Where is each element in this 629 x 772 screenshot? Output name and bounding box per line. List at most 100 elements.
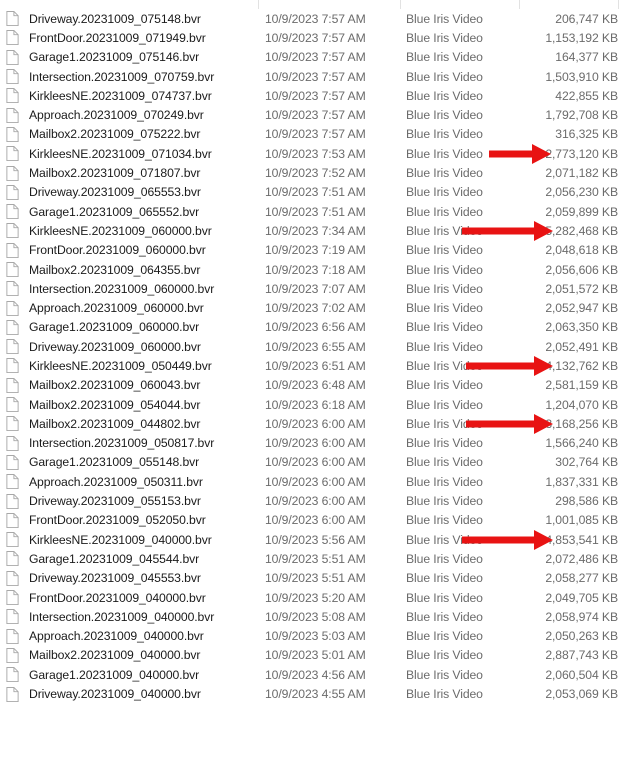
table-row[interactable]: Mailbox2.20231009_054044.bvr 10/9/2023 6:… (0, 395, 629, 414)
cell-file-name[interactable]: Garage1.20231009_075146.bvr (0, 49, 258, 65)
file-icon (6, 647, 19, 663)
table-row[interactable]: KirkleesNE.20231009_071034.bvr 10/9/2023 … (0, 143, 629, 164)
table-row[interactable]: KirkleesNE.20231009_074737.bvr 10/9/2023 … (0, 86, 629, 105)
file-name-label: KirkleesNE.20231009_071034.bvr (29, 146, 212, 161)
table-row[interactable]: Approach.20231009_060000.bvr 10/9/2023 7:… (0, 298, 629, 317)
cell-file-name[interactable]: KirkleesNE.20231009_060000.bvr (0, 223, 258, 239)
table-row[interactable]: Mailbox2.20231009_064355.bvr 10/9/2023 7:… (0, 260, 629, 279)
table-row[interactable]: Mailbox2.20231009_060043.bvr 10/9/2023 6:… (0, 376, 629, 395)
cell-file-size: 3,168,256 KB (545, 416, 618, 431)
cell-file-name[interactable]: KirkleesNE.20231009_074737.bvr (0, 88, 258, 104)
cell-file-name[interactable]: Driveway.20231009_040000.bvr (0, 686, 258, 702)
column-separator-1[interactable] (400, 0, 401, 9)
cell-file-name[interactable]: Driveway.20231009_045553.bvr (0, 570, 258, 586)
table-row[interactable]: Mailbox2.20231009_071807.bvr 10/9/2023 7:… (0, 163, 629, 182)
cell-file-name[interactable]: Garage1.20231009_065552.bvr (0, 204, 258, 220)
file-rows-container[interactable]: Driveway.20231009_075148.bvr 10/9/2023 7:… (0, 9, 629, 704)
table-row[interactable]: Intersection.20231009_050817.bvr 10/9/202… (0, 434, 629, 453)
table-row[interactable]: Garage1.20231009_060000.bvr 10/9/2023 6:5… (0, 318, 629, 337)
cell-file-name[interactable]: KirkleesNE.20231009_040000.bvr (0, 532, 258, 548)
cell-file-name[interactable]: Mailbox2.20231009_040000.bvr (0, 647, 258, 663)
cell-file-size: 2,056,230 KB (545, 185, 618, 200)
cell-file-type: Blue Iris Video (406, 629, 483, 644)
table-row[interactable]: Mailbox2.20231009_044802.bvr 10/9/2023 6:… (0, 413, 629, 434)
cell-file-name[interactable]: Intersection.20231009_040000.bvr (0, 609, 258, 625)
cell-file-name[interactable]: Mailbox2.20231009_075222.bvr (0, 126, 258, 142)
file-icon (6, 377, 19, 393)
table-row[interactable]: Approach.20231009_050311.bvr 10/9/2023 6:… (0, 472, 629, 491)
column-separator-3[interactable] (618, 0, 619, 9)
cell-file-type: Blue Iris Video (406, 281, 483, 296)
cell-file-name[interactable]: Intersection.20231009_070759.bvr (0, 69, 258, 85)
cell-file-name[interactable]: Garage1.20231009_045544.bvr (0, 551, 258, 567)
cell-file-name[interactable]: FrontDoor.20231009_040000.bvr (0, 590, 258, 606)
cell-file-type: Blue Iris Video (406, 513, 483, 528)
cell-file-name[interactable]: Approach.20231009_050311.bvr (0, 474, 258, 490)
cell-file-name[interactable]: Driveway.20231009_075148.bvr (0, 11, 258, 27)
cell-file-name[interactable]: Approach.20231009_040000.bvr (0, 628, 258, 644)
cell-file-name[interactable]: FrontDoor.20231009_071949.bvr (0, 30, 258, 46)
file-icon (6, 126, 19, 142)
column-separator-0[interactable] (258, 0, 259, 9)
table-row[interactable]: Driveway.20231009_060000.bvr 10/9/2023 6:… (0, 337, 629, 356)
cell-file-name[interactable]: Approach.20231009_070249.bvr (0, 107, 258, 123)
table-row[interactable]: Garage1.20231009_045544.bvr 10/9/2023 5:5… (0, 549, 629, 568)
file-explorer-details-list[interactable]: Driveway.20231009_075148.bvr 10/9/2023 7:… (0, 0, 629, 772)
table-row[interactable]: Intersection.20231009_070759.bvr 10/9/202… (0, 67, 629, 86)
table-row[interactable]: FrontDoor.20231009_040000.bvr 10/9/2023 5… (0, 588, 629, 607)
cell-file-name[interactable]: Intersection.20231009_050817.bvr (0, 435, 258, 451)
cell-file-type: Blue Iris Video (406, 30, 483, 45)
cell-file-name[interactable]: Garage1.20231009_040000.bvr (0, 667, 258, 683)
cell-file-name[interactable]: Approach.20231009_060000.bvr (0, 300, 258, 316)
table-row[interactable]: Garage1.20231009_065552.bvr 10/9/2023 7:5… (0, 202, 629, 221)
cell-file-name[interactable]: Mailbox2.20231009_064355.bvr (0, 262, 258, 277)
cell-file-name[interactable]: Mailbox2.20231009_071807.bvr (0, 165, 258, 181)
cell-file-name[interactable]: Driveway.20231009_060000.bvr (0, 339, 258, 355)
table-row[interactable]: FrontDoor.20231009_060000.bvr 10/9/2023 7… (0, 241, 629, 260)
cell-date-modified: 10/9/2023 5:03 AM (265, 629, 366, 644)
cell-file-size: 2,063,350 KB (545, 320, 618, 335)
table-row[interactable]: Garage1.20231009_055148.bvr 10/9/2023 6:0… (0, 453, 629, 472)
cell-file-name[interactable]: Driveway.20231009_055153.bvr (0, 493, 258, 509)
table-row[interactable]: Driveway.20231009_075148.bvr 10/9/2023 7:… (0, 9, 629, 28)
cell-date-modified: 10/9/2023 6:18 AM (265, 397, 366, 412)
table-row[interactable]: Mailbox2.20231009_040000.bvr 10/9/2023 5:… (0, 646, 629, 665)
table-row[interactable]: FrontDoor.20231009_071949.bvr 10/9/2023 7… (0, 28, 629, 47)
table-row[interactable]: Intersection.20231009_040000.bvr 10/9/202… (0, 607, 629, 626)
table-row[interactable]: KirkleesNE.20231009_040000.bvr 10/9/2023 … (0, 529, 629, 550)
file-icon (6, 416, 19, 432)
cell-file-name[interactable]: Mailbox2.20231009_044802.bvr (0, 416, 258, 432)
cell-file-type: Blue Iris Video (406, 185, 483, 200)
cell-date-modified: 10/9/2023 6:48 AM (265, 378, 366, 393)
cell-file-name[interactable]: Driveway.20231009_065553.bvr (0, 184, 258, 200)
table-row[interactable]: KirkleesNE.20231009_060000.bvr 10/9/2023 … (0, 220, 629, 241)
cell-date-modified: 10/9/2023 7:34 AM (265, 223, 366, 238)
cell-file-name[interactable]: FrontDoor.20231009_060000.bvr (0, 242, 258, 258)
column-separator-2[interactable] (519, 0, 520, 9)
table-row[interactable]: Approach.20231009_040000.bvr 10/9/2023 5:… (0, 627, 629, 646)
cell-file-name[interactable]: Garage1.20231009_060000.bvr (0, 319, 258, 335)
cell-file-name[interactable]: KirkleesNE.20231009_071034.bvr (0, 146, 258, 162)
cell-file-type: Blue Iris Video (406, 301, 483, 316)
table-row[interactable]: Approach.20231009_070249.bvr 10/9/2023 7:… (0, 105, 629, 124)
table-row[interactable]: Driveway.20231009_040000.bvr 10/9/2023 4:… (0, 684, 629, 703)
table-row[interactable]: Garage1.20231009_040000.bvr 10/9/2023 4:5… (0, 665, 629, 684)
cell-file-size: 206,747 KB (555, 11, 618, 26)
cell-file-name[interactable]: KirkleesNE.20231009_050449.bvr (0, 358, 258, 374)
cell-file-name[interactable]: FrontDoor.20231009_052050.bvr (0, 512, 258, 528)
table-row[interactable]: Intersection.20231009_060000.bvr 10/9/202… (0, 279, 629, 298)
table-row[interactable]: Driveway.20231009_045553.bvr 10/9/2023 5:… (0, 569, 629, 588)
cell-file-name[interactable]: Mailbox2.20231009_060043.bvr (0, 377, 258, 393)
cell-file-type: Blue Iris Video (406, 262, 483, 277)
table-row[interactable]: Driveway.20231009_065553.bvr 10/9/2023 7:… (0, 183, 629, 202)
table-row[interactable]: FrontDoor.20231009_052050.bvr 10/9/2023 6… (0, 511, 629, 530)
table-row[interactable]: Mailbox2.20231009_075222.bvr 10/9/2023 7:… (0, 125, 629, 144)
file-name-label: Driveway.20231009_075148.bvr (29, 11, 201, 26)
cell-file-name[interactable]: Mailbox2.20231009_054044.bvr (0, 397, 258, 413)
cell-file-name[interactable]: Intersection.20231009_060000.bvr (0, 281, 258, 297)
table-row[interactable]: Driveway.20231009_055153.bvr 10/9/2023 6:… (0, 491, 629, 510)
cell-file-size: 2,049,705 KB (545, 590, 618, 605)
cell-file-name[interactable]: Garage1.20231009_055148.bvr (0, 454, 258, 470)
table-row[interactable]: KirkleesNE.20231009_050449.bvr 10/9/2023 … (0, 355, 629, 376)
table-row[interactable]: Garage1.20231009_075146.bvr 10/9/2023 7:5… (0, 48, 629, 67)
